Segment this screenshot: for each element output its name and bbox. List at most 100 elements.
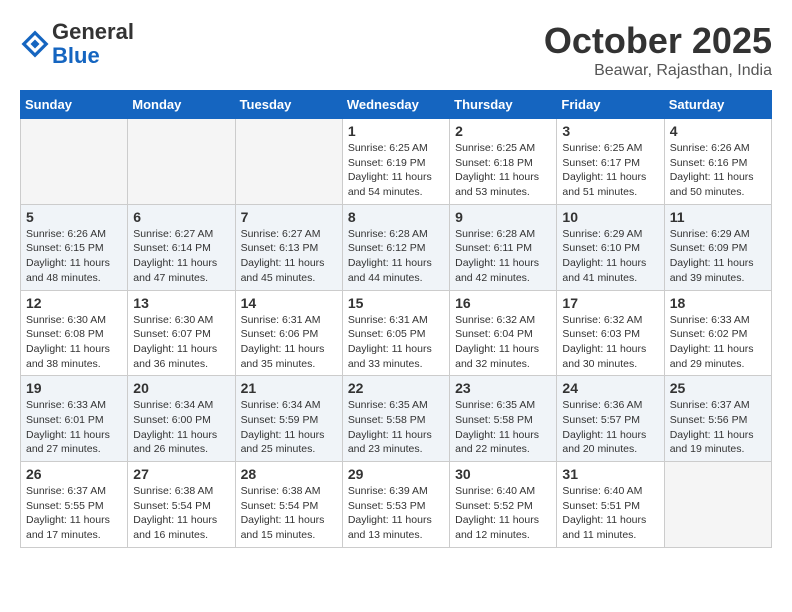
- day-number: 6: [133, 209, 229, 225]
- day-number: 10: [562, 209, 658, 225]
- day-number: 1: [348, 123, 444, 139]
- calendar-day-cell: [664, 462, 771, 548]
- day-info: Sunrise: 6:26 AM Sunset: 6:16 PM Dayligh…: [670, 141, 766, 200]
- day-number: 31: [562, 466, 658, 482]
- day-number: 22: [348, 380, 444, 396]
- day-number: 29: [348, 466, 444, 482]
- calendar-day-cell: 24 Sunrise: 6:36 AM Sunset: 5:57 PM Dayli…: [557, 376, 664, 462]
- title-block: October 2025 Beawar, Rajasthan, India: [544, 20, 772, 80]
- day-info: Sunrise: 6:32 AM Sunset: 6:03 PM Dayligh…: [562, 313, 658, 372]
- calendar-table: SundayMondayTuesdayWednesdayThursdayFrid…: [20, 90, 772, 548]
- page-header: General Blue October 2025 Beawar, Rajast…: [20, 20, 772, 80]
- day-number: 14: [241, 295, 337, 311]
- day-number: 2: [455, 123, 551, 139]
- calendar-week-row: 1 Sunrise: 6:25 AM Sunset: 6:19 PM Daylig…: [21, 119, 772, 205]
- calendar-week-row: 5 Sunrise: 6:26 AM Sunset: 6:15 PM Daylig…: [21, 204, 772, 290]
- logo-icon: [20, 29, 50, 59]
- day-info: Sunrise: 6:29 AM Sunset: 6:10 PM Dayligh…: [562, 227, 658, 286]
- calendar-week-row: 26 Sunrise: 6:37 AM Sunset: 5:55 PM Dayli…: [21, 462, 772, 548]
- day-number: 5: [26, 209, 122, 225]
- day-info: Sunrise: 6:32 AM Sunset: 6:04 PM Dayligh…: [455, 313, 551, 372]
- day-number: 13: [133, 295, 229, 311]
- day-info: Sunrise: 6:39 AM Sunset: 5:53 PM Dayligh…: [348, 484, 444, 543]
- calendar-day-cell: 20 Sunrise: 6:34 AM Sunset: 6:00 PM Dayli…: [128, 376, 235, 462]
- day-info: Sunrise: 6:25 AM Sunset: 6:18 PM Dayligh…: [455, 141, 551, 200]
- day-info: Sunrise: 6:29 AM Sunset: 6:09 PM Dayligh…: [670, 227, 766, 286]
- day-number: 30: [455, 466, 551, 482]
- day-number: 12: [26, 295, 122, 311]
- weekday-header-row: SundayMondayTuesdayWednesdayThursdayFrid…: [21, 91, 772, 119]
- calendar-day-cell: [235, 119, 342, 205]
- day-number: 3: [562, 123, 658, 139]
- day-info: Sunrise: 6:28 AM Sunset: 6:11 PM Dayligh…: [455, 227, 551, 286]
- calendar-day-cell: 7 Sunrise: 6:27 AM Sunset: 6:13 PM Daylig…: [235, 204, 342, 290]
- day-info: Sunrise: 6:34 AM Sunset: 5:59 PM Dayligh…: [241, 398, 337, 457]
- day-number: 15: [348, 295, 444, 311]
- day-info: Sunrise: 6:26 AM Sunset: 6:15 PM Dayligh…: [26, 227, 122, 286]
- logo: General Blue: [20, 20, 134, 68]
- month-title: October 2025: [544, 20, 772, 62]
- day-info: Sunrise: 6:28 AM Sunset: 6:12 PM Dayligh…: [348, 227, 444, 286]
- calendar-week-row: 12 Sunrise: 6:30 AM Sunset: 6:08 PM Dayli…: [21, 290, 772, 376]
- calendar-day-cell: 6 Sunrise: 6:27 AM Sunset: 6:14 PM Daylig…: [128, 204, 235, 290]
- day-info: Sunrise: 6:37 AM Sunset: 5:55 PM Dayligh…: [26, 484, 122, 543]
- day-number: 11: [670, 209, 766, 225]
- day-number: 24: [562, 380, 658, 396]
- day-number: 26: [26, 466, 122, 482]
- weekday-header-friday: Friday: [557, 91, 664, 119]
- calendar-day-cell: 11 Sunrise: 6:29 AM Sunset: 6:09 PM Dayli…: [664, 204, 771, 290]
- weekday-header-sunday: Sunday: [21, 91, 128, 119]
- calendar-day-cell: 26 Sunrise: 6:37 AM Sunset: 5:55 PM Dayli…: [21, 462, 128, 548]
- calendar-day-cell: 21 Sunrise: 6:34 AM Sunset: 5:59 PM Dayli…: [235, 376, 342, 462]
- calendar-day-cell: [21, 119, 128, 205]
- day-info: Sunrise: 6:27 AM Sunset: 6:14 PM Dayligh…: [133, 227, 229, 286]
- calendar-day-cell: 3 Sunrise: 6:25 AM Sunset: 6:17 PM Daylig…: [557, 119, 664, 205]
- day-info: Sunrise: 6:25 AM Sunset: 6:17 PM Dayligh…: [562, 141, 658, 200]
- calendar-day-cell: [128, 119, 235, 205]
- day-number: 21: [241, 380, 337, 396]
- calendar-day-cell: 17 Sunrise: 6:32 AM Sunset: 6:03 PM Dayli…: [557, 290, 664, 376]
- calendar-day-cell: 14 Sunrise: 6:31 AM Sunset: 6:06 PM Dayli…: [235, 290, 342, 376]
- calendar-day-cell: 22 Sunrise: 6:35 AM Sunset: 5:58 PM Dayli…: [342, 376, 449, 462]
- day-info: Sunrise: 6:40 AM Sunset: 5:51 PM Dayligh…: [562, 484, 658, 543]
- day-info: Sunrise: 6:31 AM Sunset: 6:06 PM Dayligh…: [241, 313, 337, 372]
- weekday-header-thursday: Thursday: [450, 91, 557, 119]
- day-number: 23: [455, 380, 551, 396]
- day-info: Sunrise: 6:25 AM Sunset: 6:19 PM Dayligh…: [348, 141, 444, 200]
- weekday-header-monday: Monday: [128, 91, 235, 119]
- day-number: 7: [241, 209, 337, 225]
- calendar-day-cell: 15 Sunrise: 6:31 AM Sunset: 6:05 PM Dayli…: [342, 290, 449, 376]
- day-info: Sunrise: 6:35 AM Sunset: 5:58 PM Dayligh…: [348, 398, 444, 457]
- calendar-day-cell: 29 Sunrise: 6:39 AM Sunset: 5:53 PM Dayli…: [342, 462, 449, 548]
- logo-general-text: General: [52, 19, 134, 44]
- location: Beawar, Rajasthan, India: [544, 62, 772, 80]
- calendar-day-cell: 30 Sunrise: 6:40 AM Sunset: 5:52 PM Dayli…: [450, 462, 557, 548]
- day-info: Sunrise: 6:30 AM Sunset: 6:08 PM Dayligh…: [26, 313, 122, 372]
- calendar-day-cell: 16 Sunrise: 6:32 AM Sunset: 6:04 PM Dayli…: [450, 290, 557, 376]
- day-info: Sunrise: 6:36 AM Sunset: 5:57 PM Dayligh…: [562, 398, 658, 457]
- calendar-day-cell: 10 Sunrise: 6:29 AM Sunset: 6:10 PM Dayli…: [557, 204, 664, 290]
- calendar-day-cell: 28Sunrise: 6:38 AM Sunset: 5:54 PM Dayli…: [235, 462, 342, 548]
- day-info: Sunrise: 6:34 AM Sunset: 6:00 PM Dayligh…: [133, 398, 229, 457]
- calendar-day-cell: 12 Sunrise: 6:30 AM Sunset: 6:08 PM Dayli…: [21, 290, 128, 376]
- calendar-day-cell: 5 Sunrise: 6:26 AM Sunset: 6:15 PM Daylig…: [21, 204, 128, 290]
- calendar-day-cell: 27Sunrise: 6:38 AM Sunset: 5:54 PM Dayli…: [128, 462, 235, 548]
- day-info: Sunrise: 6:31 AM Sunset: 6:05 PM Dayligh…: [348, 313, 444, 372]
- day-number: 19: [26, 380, 122, 396]
- day-number: 17: [562, 295, 658, 311]
- day-number: 27: [133, 466, 229, 482]
- calendar-week-row: 19 Sunrise: 6:33 AM Sunset: 6:01 PM Dayli…: [21, 376, 772, 462]
- day-info: Sunrise: 6:33 AM Sunset: 6:01 PM Dayligh…: [26, 398, 122, 457]
- calendar-day-cell: 9Sunrise: 6:28 AM Sunset: 6:11 PM Daylig…: [450, 204, 557, 290]
- day-number: 20: [133, 380, 229, 396]
- day-number: 28: [241, 466, 337, 482]
- calendar-day-cell: 19 Sunrise: 6:33 AM Sunset: 6:01 PM Dayli…: [21, 376, 128, 462]
- calendar-day-cell: 18Sunrise: 6:33 AM Sunset: 6:02 PM Dayli…: [664, 290, 771, 376]
- calendar-day-cell: 1 Sunrise: 6:25 AM Sunset: 6:19 PM Daylig…: [342, 119, 449, 205]
- weekday-header-wednesday: Wednesday: [342, 91, 449, 119]
- day-number: 18: [670, 295, 766, 311]
- day-info: Sunrise: 6:40 AM Sunset: 5:52 PM Dayligh…: [455, 484, 551, 543]
- day-info: Sunrise: 6:27 AM Sunset: 6:13 PM Dayligh…: [241, 227, 337, 286]
- day-number: 16: [455, 295, 551, 311]
- calendar-day-cell: 2 Sunrise: 6:25 AM Sunset: 6:18 PM Daylig…: [450, 119, 557, 205]
